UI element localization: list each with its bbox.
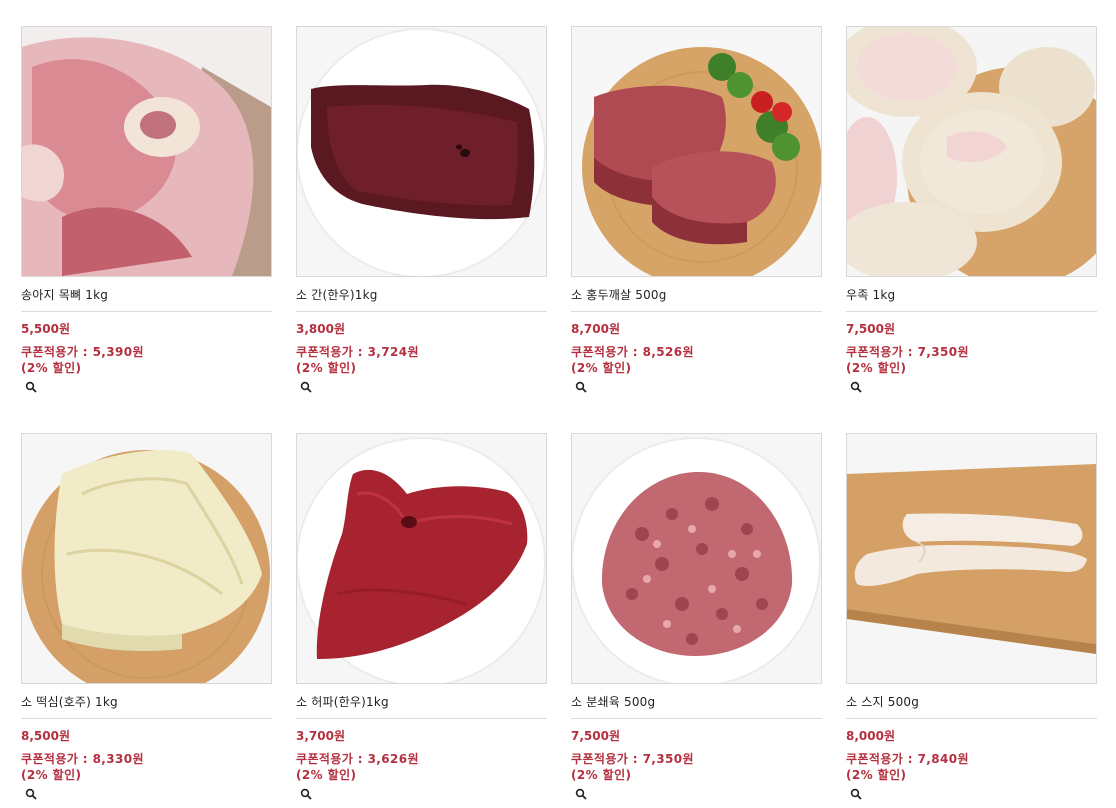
coupon-price: 쿠폰적용가 : 8,330원 xyxy=(21,751,272,767)
product-image-backstrap[interactable] xyxy=(21,433,272,684)
coupon-price: 쿠폰적용가 : 3,724원 xyxy=(296,344,547,360)
product-image-tendon[interactable] xyxy=(846,433,1097,684)
magnifier-icon[interactable] xyxy=(300,788,312,800)
product-name[interactable]: 우족 1kg xyxy=(846,287,1097,303)
coupon-price: 쿠폰적용가 : 7,350원 xyxy=(571,751,822,767)
divider xyxy=(846,311,1097,312)
product-card: 소 허파(한우)1kg 3,700원 쿠폰적용가 : 3,626원 (2% 할인… xyxy=(296,433,547,808)
product-card: 소 홍두깨살 500g 8,700원 쿠폰적용가 : 8,526원 (2% 할인… xyxy=(571,26,822,401)
coupon-label: 쿠폰적용가 : xyxy=(571,752,643,766)
product-price: 8,000원 xyxy=(846,729,895,743)
product-card: 소 분쇄육 500g 7,500원 쿠폰적용가 : 7,350원 (2% 할인) xyxy=(571,433,822,808)
product-image-beef-liver[interactable] xyxy=(296,26,547,277)
discount-rate: (2% 할인) xyxy=(21,768,82,782)
magnifier-icon[interactable] xyxy=(575,788,587,800)
coupon-label: 쿠폰적용가 : xyxy=(846,345,918,359)
coupon-price: 쿠폰적용가 : 5,390원 xyxy=(21,344,272,360)
product-price: 7,500원 xyxy=(571,729,620,743)
product-card: 송아지 목뼈 1kg 5,500원 쿠폰적용가 : 5,390원 (2% 할인) xyxy=(21,26,272,401)
coupon-value: 5,390원 xyxy=(92,345,144,359)
coupon-label: 쿠폰적용가 : xyxy=(571,345,643,359)
magnifier-icon[interactable] xyxy=(850,788,862,800)
product-name[interactable]: 소 분쇄육 500g xyxy=(571,694,822,710)
divider xyxy=(296,718,547,719)
coupon-value: 7,350원 xyxy=(642,752,694,766)
product-card: 우족 1kg 7,500원 쿠폰적용가 : 7,350원 (2% 할인) xyxy=(846,26,1097,401)
product-image-eye-round[interactable] xyxy=(571,26,822,277)
product-name[interactable]: 소 홍두깨살 500g xyxy=(571,287,822,303)
discount-rate: (2% 할인) xyxy=(846,361,907,375)
product-name[interactable]: 소 스지 500g xyxy=(846,694,1097,710)
discount-rate: (2% 할인) xyxy=(571,768,632,782)
divider xyxy=(21,718,272,719)
coupon-value: 3,724원 xyxy=(367,345,419,359)
product-price: 8,700원 xyxy=(571,322,620,336)
divider xyxy=(296,311,547,312)
product-image-ox-feet[interactable] xyxy=(846,26,1097,277)
magnifier-icon[interactable] xyxy=(850,381,862,393)
coupon-value: 3,626원 xyxy=(367,752,419,766)
product-price: 3,800원 xyxy=(296,322,345,336)
divider xyxy=(846,718,1097,719)
coupon-label: 쿠폰적용가 : xyxy=(21,345,93,359)
product-image-neck-bone[interactable] xyxy=(21,26,272,277)
discount-rate: (2% 할인) xyxy=(296,361,357,375)
product-price: 3,700원 xyxy=(296,729,345,743)
product-price: 8,500원 xyxy=(21,729,70,743)
discount-rate: (2% 할인) xyxy=(846,768,907,782)
product-price: 7,500원 xyxy=(846,322,895,336)
coupon-value: 7,350원 xyxy=(917,345,969,359)
product-name[interactable]: 소 떡심(호주) 1kg xyxy=(21,694,272,710)
divider xyxy=(571,311,822,312)
product-grid: 송아지 목뼈 1kg 5,500원 쿠폰적용가 : 5,390원 (2% 할인)… xyxy=(21,26,1097,808)
coupon-label: 쿠폰적용가 : xyxy=(846,752,918,766)
product-image-beef-lung[interactable] xyxy=(296,433,547,684)
coupon-label: 쿠폰적용가 : xyxy=(296,345,368,359)
divider xyxy=(571,718,822,719)
coupon-value: 8,526원 xyxy=(642,345,694,359)
coupon-label: 쿠폰적용가 : xyxy=(21,752,93,766)
divider xyxy=(21,311,272,312)
coupon-value: 8,330원 xyxy=(92,752,144,766)
discount-rate: (2% 할인) xyxy=(571,361,632,375)
coupon-price: 쿠폰적용가 : 8,526원 xyxy=(571,344,822,360)
coupon-price: 쿠폰적용가 : 7,840원 xyxy=(846,751,1097,767)
product-card: 소 떡심(호주) 1kg 8,500원 쿠폰적용가 : 8,330원 (2% 할… xyxy=(21,433,272,808)
magnifier-icon[interactable] xyxy=(575,381,587,393)
discount-rate: (2% 할인) xyxy=(21,361,82,375)
product-price: 5,500원 xyxy=(21,322,70,336)
product-name[interactable]: 소 허파(한우)1kg xyxy=(296,694,547,710)
coupon-price: 쿠폰적용가 : 7,350원 xyxy=(846,344,1097,360)
coupon-label: 쿠폰적용가 : xyxy=(296,752,368,766)
product-name[interactable]: 소 간(한우)1kg xyxy=(296,287,547,303)
product-image-ground-beef[interactable] xyxy=(571,433,822,684)
coupon-price: 쿠폰적용가 : 3,626원 xyxy=(296,751,547,767)
magnifier-icon[interactable] xyxy=(25,788,37,800)
product-card: 소 스지 500g 8,000원 쿠폰적용가 : 7,840원 (2% 할인) xyxy=(846,433,1097,808)
discount-rate: (2% 할인) xyxy=(296,768,357,782)
magnifier-icon[interactable] xyxy=(25,381,37,393)
product-name[interactable]: 송아지 목뼈 1kg xyxy=(21,287,272,303)
magnifier-icon[interactable] xyxy=(300,381,312,393)
product-card: 소 간(한우)1kg 3,800원 쿠폰적용가 : 3,724원 (2% 할인) xyxy=(296,26,547,401)
coupon-value: 7,840원 xyxy=(917,752,969,766)
